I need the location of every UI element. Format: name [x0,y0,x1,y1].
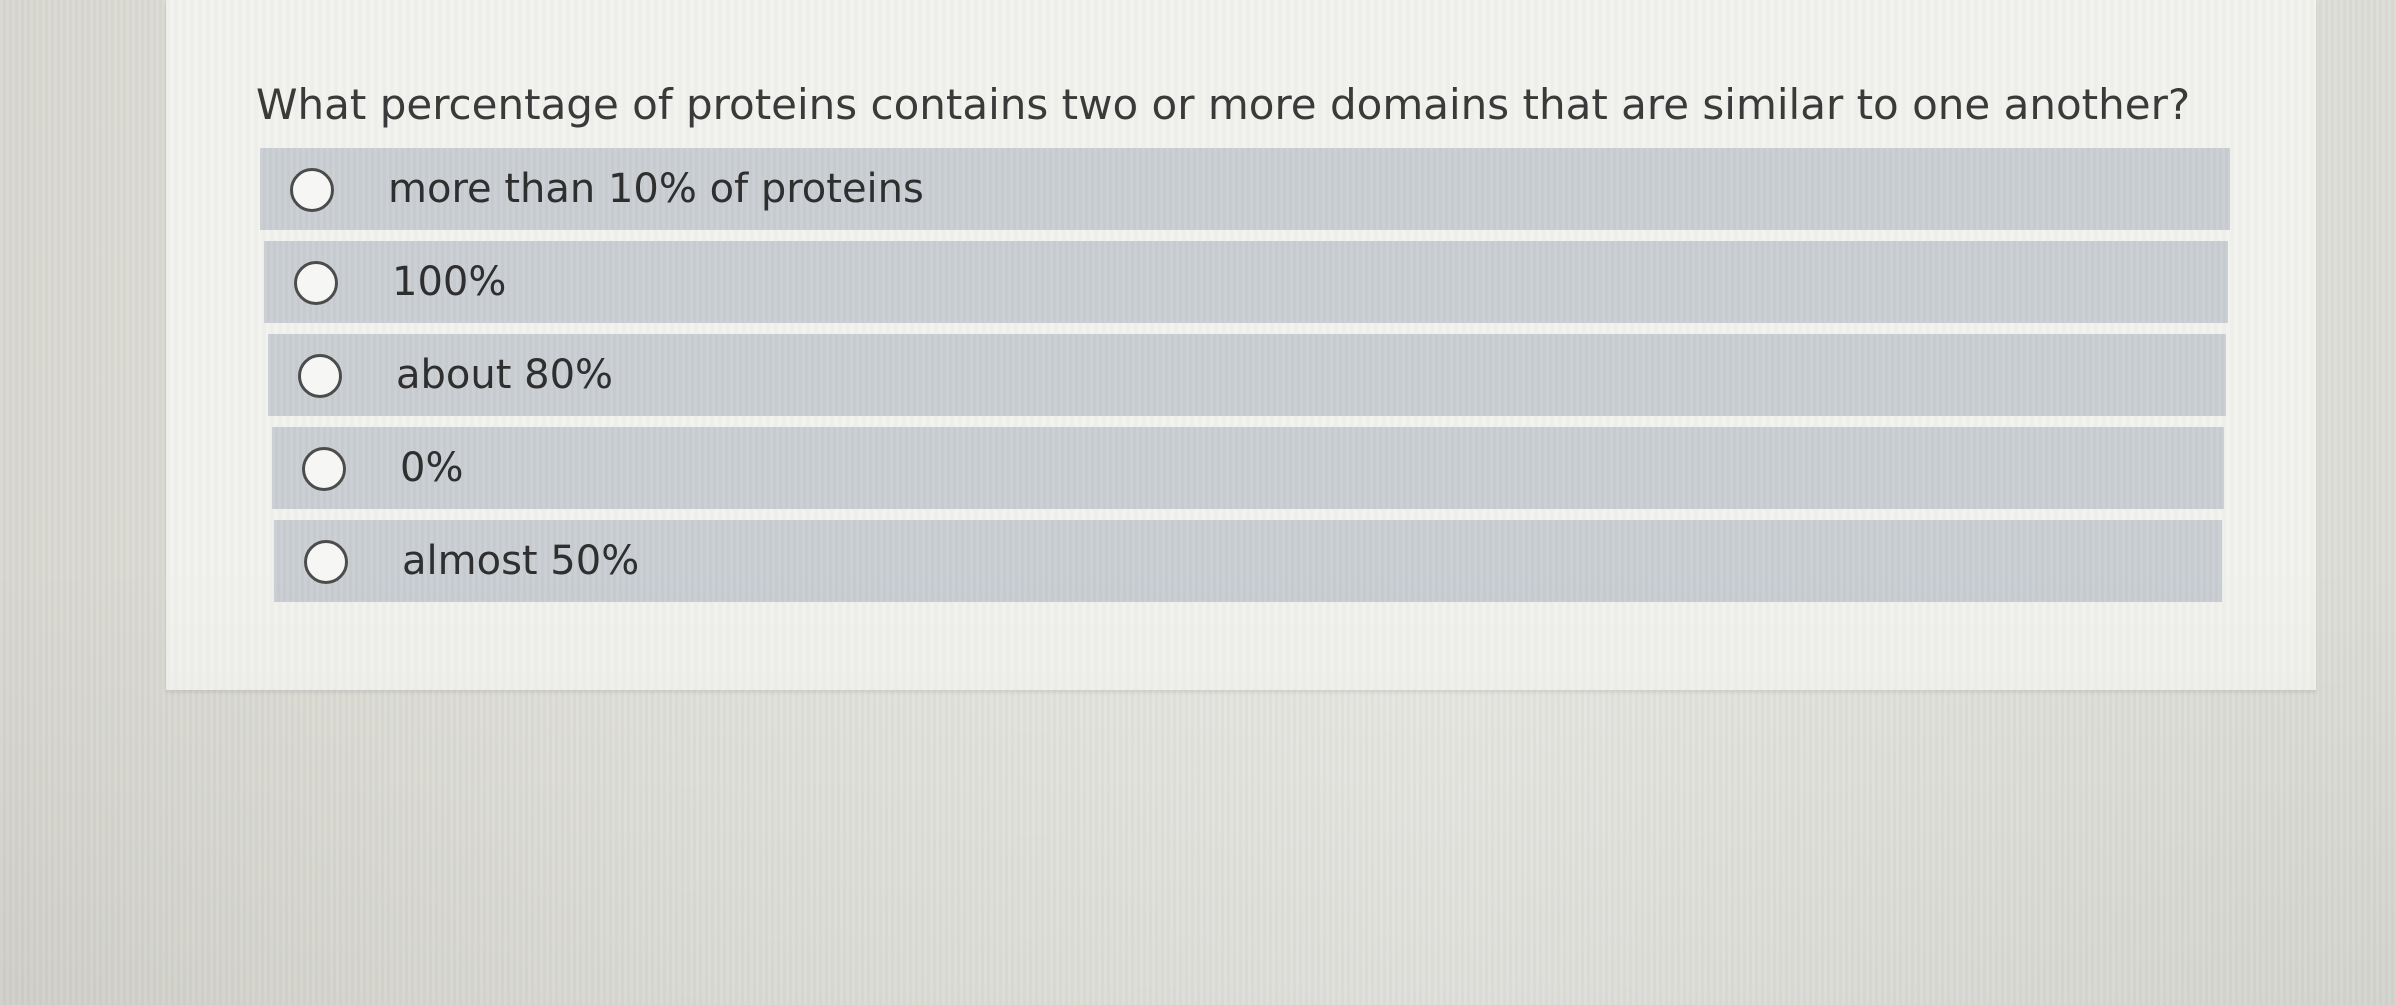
option-3[interactable]: about 80% [268,334,2226,416]
option-2[interactable]: 100% [264,241,2228,323]
option-1[interactable]: more than 10% of proteins [260,148,2230,230]
radio-button-icon[interactable] [290,168,334,212]
option-5[interactable]: almost 50% [274,520,2222,602]
radio-button-icon[interactable] [304,540,348,584]
option-label: about 80% [396,352,614,398]
question-text: What percentage of proteins contains two… [256,80,2191,129]
radio-button-icon[interactable] [298,354,342,398]
option-label: 0% [400,445,464,491]
option-4[interactable]: 0% [272,427,2224,509]
option-label: almost 50% [402,538,640,584]
quiz-card: What percentage of proteins contains two… [166,0,2316,690]
radio-button-icon[interactable] [294,261,338,305]
radio-button-icon[interactable] [302,447,346,491]
answer-options: more than 10% of proteins 100% about 80%… [260,148,2230,613]
option-label: more than 10% of proteins [388,166,924,212]
option-label: 100% [392,259,507,305]
